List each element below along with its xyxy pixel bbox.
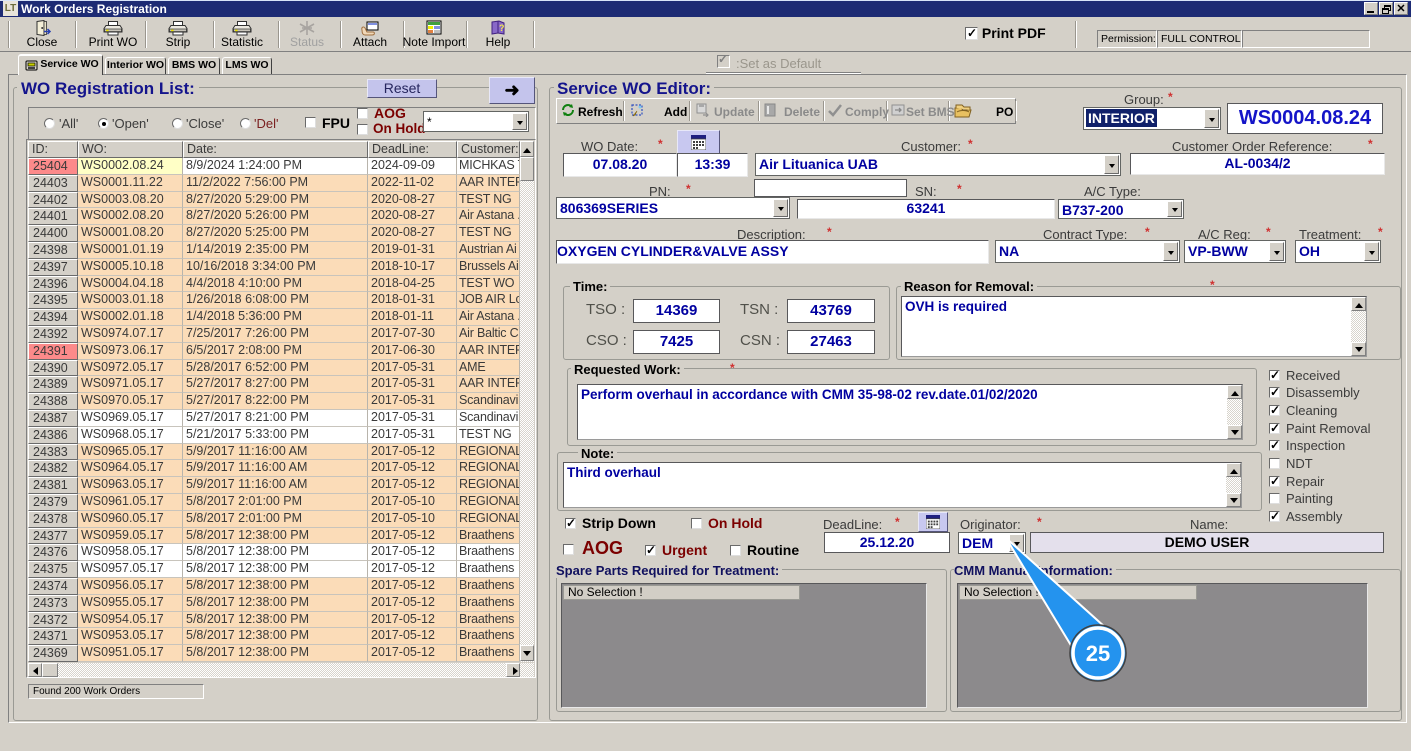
svg-text:?: ? bbox=[499, 23, 505, 33]
svg-text:25: 25 bbox=[1086, 641, 1110, 666]
